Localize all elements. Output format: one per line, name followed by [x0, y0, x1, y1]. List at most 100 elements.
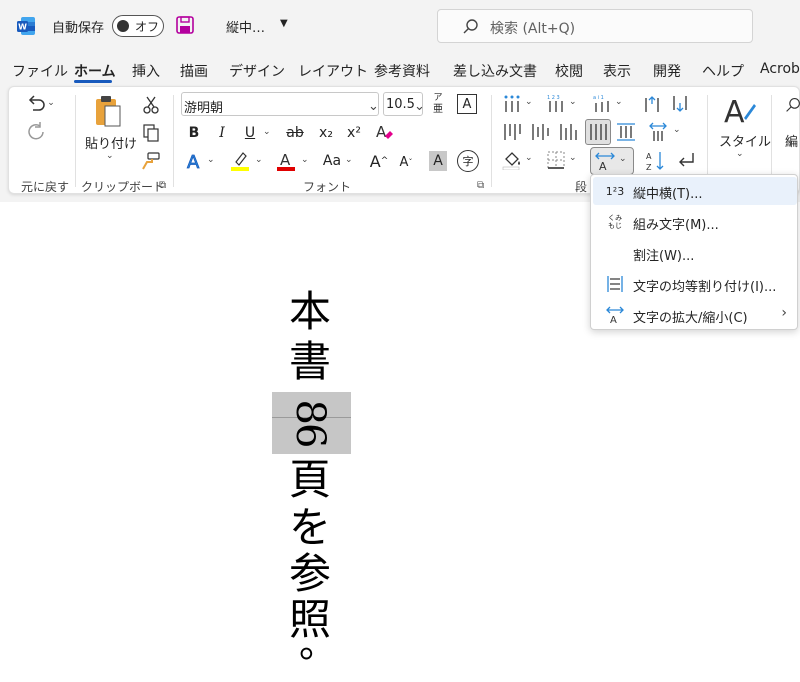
chevron-down-icon[interactable]: ⌄: [255, 155, 263, 165]
paste-button[interactable]: [91, 93, 125, 129]
tate-chu-yoko-text[interactable]: 86: [281, 399, 339, 447]
grow-font-button[interactable]: A ^: [367, 150, 391, 172]
paste-label[interactable]: 貼り付け: [85, 133, 137, 152]
document-title[interactable]: 縦中…: [226, 17, 265, 36]
autosave-toggle[interactable]: オフ: [112, 15, 164, 37]
tab-review[interactable]: 校閲: [555, 61, 583, 81]
redo-button[interactable]: [25, 121, 47, 143]
chevron-down-icon[interactable]: ⌄: [301, 155, 309, 165]
numbering-icon: 1 2 3: [547, 95, 563, 112]
menu-item-char-scale[interactable]: A 文字の拡大/縮小(C) ›: [593, 301, 797, 329]
tab-layout[interactable]: レイアウト: [298, 61, 368, 81]
tab-acrobat[interactable]: Acrob: [760, 61, 800, 77]
chevron-down-icon[interactable]: ⌄: [525, 153, 533, 163]
font-color-button[interactable]: A: [275, 150, 297, 172]
underline-button[interactable]: U: [239, 123, 261, 143]
search-input[interactable]: 検索 (Alt+Q): [437, 9, 753, 43]
save-icon[interactable]: [175, 15, 195, 35]
chevron-down-icon[interactable]: ⌄: [673, 125, 681, 135]
document-char: 。: [298, 622, 337, 666]
tab-file[interactable]: ファイル: [12, 61, 68, 81]
font-size-select[interactable]: 10.5 ⌄: [383, 92, 425, 116]
sort-button[interactable]: AZ: [645, 149, 667, 173]
chevron-down-icon[interactable]: ⌄: [736, 149, 744, 159]
tab-help[interactable]: ヘルプ: [702, 61, 744, 81]
cut-button[interactable]: [141, 95, 161, 115]
clear-formatting-button[interactable]: A: [373, 121, 395, 143]
menu-item-distribute[interactable]: 文字の均等割り付け(I)...: [593, 270, 797, 298]
justify-icon: [590, 124, 607, 140]
shrink-font-text: A: [399, 154, 409, 170]
chevron-down-icon[interactable]: ⌄: [525, 97, 533, 107]
tab-home[interactable]: ホーム: [74, 61, 116, 81]
align-bottom-button[interactable]: [557, 121, 579, 143]
styles-button[interactable]: A: [721, 93, 757, 129]
styles-label[interactable]: スタイル: [719, 131, 771, 150]
subscript-button[interactable]: x₂: [315, 123, 337, 143]
copy-icon: [143, 124, 159, 142]
italic-button[interactable]: I: [211, 123, 233, 143]
change-case-button[interactable]: Aa: [319, 151, 345, 171]
tab-mailings[interactable]: 差し込み文書: [453, 61, 537, 81]
strikethrough-button[interactable]: ab: [283, 123, 307, 143]
menu-item-label: 組み文字(M)...: [633, 218, 719, 233]
align-top-button[interactable]: [501, 121, 523, 143]
ruby-bottom-text: 亜: [433, 104, 443, 115]
grow-font-text: A: [369, 151, 381, 171]
enclosed-char-box-button[interactable]: A: [457, 94, 477, 114]
asian-layout-button[interactable]: A ⌄: [590, 147, 634, 175]
menu-item-tate-chu-yoko[interactable]: 1²3 縦中横(T)...: [593, 177, 797, 205]
format-painter-button[interactable]: [141, 151, 161, 171]
shading-button[interactable]: [501, 149, 523, 171]
numbering-button[interactable]: 1 2 3: [545, 93, 567, 115]
editing-label[interactable]: 編: [785, 131, 798, 150]
chevron-down-icon[interactable]: ⌄: [207, 155, 215, 165]
multilevel-list-button[interactable]: a i 1: [591, 93, 613, 115]
undo-group-label: 元に戻す: [21, 180, 70, 194]
text-effects-button[interactable]: A: [183, 150, 205, 172]
chevron-down-icon[interactable]: ⌄: [569, 153, 577, 163]
tab-design[interactable]: デザイン: [229, 61, 285, 81]
toggle-knob: [117, 20, 129, 32]
chevron-down-icon[interactable]: ⌄: [569, 97, 577, 107]
bold-button[interactable]: B: [183, 123, 205, 143]
font-launcher-icon[interactable]: ⧉: [477, 180, 484, 191]
underline-dropdown-icon[interactable]: ⌄: [263, 127, 271, 137]
shrink-font-button[interactable]: Aˇ: [395, 152, 417, 172]
chevron-down-icon[interactable]: ⌄: [615, 97, 623, 107]
undo-icon: [29, 95, 45, 111]
scissors-icon: [143, 96, 159, 114]
font-name-select[interactable]: 游明朝 ⌄: [181, 92, 379, 116]
align-center-button[interactable]: [529, 121, 551, 143]
superscript-button[interactable]: x²: [343, 123, 365, 143]
menu-item-kumimoji[interactable]: くみ もじ 組み文字(M)...: [593, 208, 797, 236]
distributed-button[interactable]: [615, 121, 637, 143]
paste-icon: [96, 96, 121, 127]
highlight-button[interactable]: [229, 150, 251, 172]
chevron-down-icon[interactable]: ⌄: [345, 155, 353, 165]
tab-draw[interactable]: 描画: [180, 61, 208, 81]
char-shading-button[interactable]: A: [429, 151, 447, 171]
format-painter-icon: [142, 152, 160, 170]
bullets-button[interactable]: [501, 93, 523, 115]
undo-button[interactable]: ⌄: [23, 93, 59, 113]
tab-insert[interactable]: 挿入: [132, 61, 160, 81]
title-dropdown-icon[interactable]: ▼: [280, 18, 288, 29]
show-marks-button[interactable]: [675, 149, 697, 171]
increase-indent-button[interactable]: [669, 93, 691, 115]
decrease-indent-button[interactable]: [641, 93, 663, 115]
ruby-button[interactable]: ア 亜: [429, 91, 447, 117]
justify-button[interactable]: [585, 119, 611, 145]
tab-developer[interactable]: 開発: [653, 61, 681, 81]
line-spacing-button[interactable]: [647, 121, 669, 143]
paste-dropdown-icon[interactable]: ⌄: [106, 151, 114, 161]
copy-button[interactable]: [141, 123, 161, 143]
borders-button[interactable]: [545, 149, 567, 171]
enclose-char-button[interactable]: 字: [457, 150, 479, 172]
find-icon[interactable]: [785, 95, 800, 115]
tab-view[interactable]: 表示: [603, 61, 631, 81]
clipboard-launcher-icon[interactable]: ⧉: [159, 180, 166, 191]
group-divider: [173, 95, 174, 187]
tab-references[interactable]: 参考資料: [374, 61, 430, 81]
menu-item-warichu[interactable]: 割注(W)...: [593, 239, 797, 267]
